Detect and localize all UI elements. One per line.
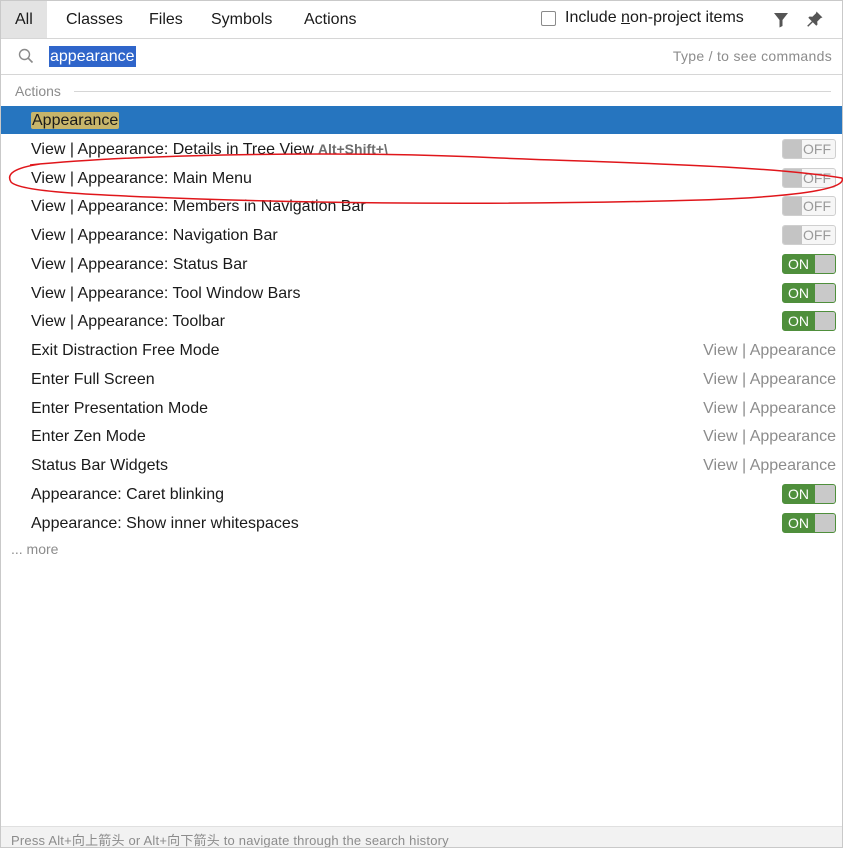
list-item-label: View | Appearance: Members in Navigation… — [31, 198, 366, 215]
section-divider — [74, 91, 831, 92]
list-item-label: Enter Presentation Mode — [31, 400, 208, 417]
search-input[interactable]: appearance — [49, 46, 136, 67]
list-item-location: View | Appearance — [703, 400, 836, 417]
list-item[interactable]: Appearance: Show inner whitespaces ON — [1, 509, 842, 537]
list-item-label: Appearance — [31, 112, 120, 129]
list-item[interactable]: View | Appearance: Navigation Bar OFF — [1, 221, 842, 249]
pin-icon[interactable] — [806, 10, 824, 28]
tab-symbols[interactable]: Symbols — [197, 1, 286, 38]
search-hint: Type / to see commands — [672, 48, 832, 64]
list-item-location: View | Appearance — [703, 342, 836, 359]
toggle-switch[interactable]: OFF — [782, 168, 836, 188]
list-item-label: View | Appearance: Status Bar — [31, 256, 248, 273]
list-item-label: View | Appearance: Navigation Bar — [31, 227, 278, 244]
include-non-project-option[interactable]: Include non-project items — [541, 9, 744, 27]
list-item-label: Exit Distraction Free Mode — [31, 342, 220, 359]
section-title: Actions — [15, 83, 61, 99]
toggle-switch[interactable]: ON — [782, 484, 836, 504]
shortcut-label: Alt+Shift+\ — [317, 141, 388, 157]
list-item[interactable]: Appearance — [1, 106, 842, 134]
include-non-project-label: Include non-project items — [565, 9, 744, 26]
list-item-label: Appearance: Show inner whitespaces — [31, 515, 299, 532]
toggle-switch[interactable]: OFF — [782, 139, 836, 159]
list-item-location: View | Appearance — [703, 457, 836, 474]
list-item-label: Appearance: Caret blinking — [31, 486, 225, 503]
list-item-label: View | Appearance: Details in Tree View A… — [31, 141, 388, 158]
toggle-switch[interactable]: ON — [782, 513, 836, 533]
tab-all[interactable]: All — [1, 1, 47, 38]
toggle-switch[interactable]: OFF — [782, 225, 836, 245]
list-item-location: View | Appearance — [703, 371, 836, 388]
list-item[interactable]: View | Appearance: Main Menu OFF — [1, 164, 842, 192]
list-item[interactable]: View | Appearance: Tool Window Bars ON — [1, 279, 842, 307]
list-item[interactable]: Appearance: Caret blinking ON — [1, 480, 842, 508]
status-bar: Press Alt+向上箭头 or Alt+向下箭头 to navigate t… — [1, 826, 842, 847]
list-item[interactable]: Exit Distraction Free Mode View | Appear… — [1, 336, 842, 364]
list-item[interactable]: Enter Full Screen View | Appearance — [1, 365, 842, 393]
toggle-switch[interactable]: ON — [782, 283, 836, 303]
include-non-project-checkbox[interactable] — [541, 10, 556, 26]
tab-files[interactable]: Files — [135, 1, 197, 38]
tab-actions[interactable]: Actions — [290, 1, 370, 38]
list-item-location: View | Appearance — [703, 428, 836, 445]
list-item-label: Enter Full Screen — [31, 371, 155, 388]
list-item-label: View | Appearance: Main Menu — [31, 170, 252, 187]
list-item[interactable]: View | Appearance: Members in Navigation… — [1, 192, 842, 220]
tab-bar: All Classes Files Symbols Actions Includ… — [1, 1, 842, 39]
list-item[interactable]: View | Appearance: Details in Tree View A… — [1, 135, 842, 163]
status-text: Press Alt+向上箭头 or Alt+向下箭头 to navigate t… — [11, 833, 449, 848]
list-item-label: View | Appearance: Toolbar — [31, 313, 225, 330]
toggle-switch[interactable]: OFF — [782, 196, 836, 216]
list-item-label: View | Appearance: Tool Window Bars — [31, 285, 301, 302]
toggle-switch[interactable]: ON — [782, 311, 836, 331]
search-everywhere-popup: All Classes Files Symbols Actions Includ… — [0, 0, 843, 848]
more-link[interactable]: ... more — [11, 541, 58, 557]
filter-icon[interactable] — [773, 12, 789, 28]
search-icon — [18, 48, 34, 64]
list-item-label: Status Bar Widgets — [31, 457, 168, 474]
list-item[interactable]: Enter Presentation Mode View | Appearanc… — [1, 394, 842, 422]
toggle-switch[interactable]: ON — [782, 254, 836, 274]
list-item[interactable]: Status Bar Widgets View | Appearance — [1, 451, 842, 479]
list-item[interactable]: View | Appearance: Status Bar ON — [1, 250, 842, 278]
list-item-label: Enter Zen Mode — [31, 428, 146, 445]
list-item[interactable]: Enter Zen Mode View | Appearance — [1, 422, 842, 450]
tab-classes[interactable]: Classes — [52, 1, 137, 38]
search-row: appearance Type / to see commands — [1, 39, 842, 75]
list-item[interactable]: View | Appearance: Toolbar ON — [1, 307, 842, 335]
